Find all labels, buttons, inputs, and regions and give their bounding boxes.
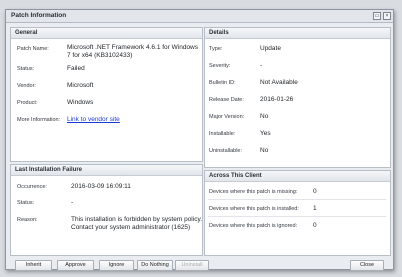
more-information-label: More Information: xyxy=(17,117,61,123)
general-panel: General Patch Name: Microsoft .NET Frame… xyxy=(10,27,203,162)
detail-value: No xyxy=(260,113,269,120)
across-this-client-panel: Across This Client Devices where this pa… xyxy=(204,170,391,256)
close-icon[interactable]: × xyxy=(383,12,391,20)
reason-value-line1: This installation is forbidden by system… xyxy=(71,216,203,223)
failure-status-value: - xyxy=(71,199,74,206)
client-header: Across This Client xyxy=(205,171,390,182)
vendor-site-link[interactable]: Link to vendor site xyxy=(67,116,120,124)
occurrence-value: 2016-03-09 16:09:11 xyxy=(71,183,131,190)
client-ignored-label: Devices where this patch is ignored: xyxy=(209,223,298,229)
occurrence-label: Occurrence: xyxy=(17,184,47,190)
row-divider xyxy=(208,216,386,217)
last-installation-failure-panel: Last Installation Failure Occurrence: 20… xyxy=(10,164,203,256)
do-nothing-button[interactable]: Do Nothing xyxy=(137,260,173,271)
detail-value: Update xyxy=(260,45,281,52)
patch-name-label: Patch Name: xyxy=(17,46,49,52)
detail-label: Release Date: xyxy=(209,97,244,103)
detail-value: 2016-01-26 xyxy=(260,96,294,103)
details-header: Details xyxy=(205,28,390,39)
general-header: General xyxy=(11,28,202,39)
restore-icon[interactable]: ▭ xyxy=(373,12,381,20)
reason-label: Reason: xyxy=(17,217,38,223)
patch-information-window: Patch Information ▭ × General Patch Name… xyxy=(5,9,394,271)
window-title: Patch Information xyxy=(11,12,67,19)
details-panel: Details Type: Update Severity: - Bulleti… xyxy=(204,27,391,168)
client-missing-value: 0 xyxy=(313,188,317,195)
status-label: Status: xyxy=(17,66,35,72)
client-missing-label: Devices where this patch is missing: xyxy=(209,189,298,195)
status-value: Failed xyxy=(67,65,85,72)
detail-value: Yes xyxy=(260,130,271,137)
detail-value: - xyxy=(260,62,263,69)
approve-button[interactable]: Approve xyxy=(57,260,94,271)
detail-label: Severity: xyxy=(209,63,231,69)
ignore-button[interactable]: Ignore xyxy=(99,260,134,271)
detail-value: Not Available xyxy=(260,79,298,86)
client-ignored-value: 0 xyxy=(313,222,317,229)
reason-value-line2: Contact your system administrator (1625) xyxy=(71,224,191,231)
detail-value: No xyxy=(260,147,269,154)
detail-label: Bulletin ID: xyxy=(209,80,236,86)
product-value: Windows xyxy=(67,99,94,106)
patch-name-value-line2: 7 for x64 (KB3102433) xyxy=(67,52,133,59)
vendor-value: Microsoft xyxy=(67,82,94,89)
failure-status-label: Status: xyxy=(17,200,35,206)
detail-label: Major Version: xyxy=(209,114,245,120)
inherit-button[interactable]: Inherit xyxy=(15,260,52,271)
vendor-label: Vendor: xyxy=(17,83,36,89)
failure-header: Last Installation Failure xyxy=(11,165,202,176)
detail-label: Uninstallable: xyxy=(209,148,243,154)
close-button[interactable]: Close xyxy=(350,260,384,271)
client-installed-value: 1 xyxy=(313,205,317,212)
detail-label: Type: xyxy=(209,46,223,52)
uninstall-button[interactable]: Uninstall xyxy=(175,260,209,271)
product-label: Product: xyxy=(17,100,38,106)
patch-name-value-line1: Microsoft .NET Framework 4.6.1 for Windo… xyxy=(67,44,198,51)
row-divider xyxy=(208,199,386,200)
title-bar[interactable]: Patch Information ▭ × xyxy=(6,10,393,23)
client-installed-label: Devices where this patch is installed: xyxy=(209,206,299,212)
detail-label: Installable: xyxy=(209,131,236,137)
